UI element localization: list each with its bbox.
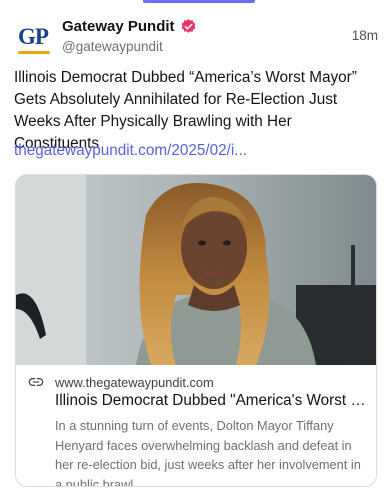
link-preview-description: In a stunning turn of events, Dolton May…	[55, 418, 361, 487]
avatar[interactable]: GP	[14, 18, 52, 56]
link-preview-image	[16, 175, 376, 365]
post-link[interactable]: thegatewaypundit.com/2025/02/i...	[14, 142, 247, 160]
link-preview-card[interactable]: www.thegatewaypundit.com Illinois Democr…	[15, 174, 377, 487]
post-timestamp[interactable]: 18m	[352, 28, 378, 43]
author-identity: Gateway Pundit @gatewaypundit	[62, 14, 352, 54]
avatar-logo: GP	[18, 24, 50, 54]
link-chain-icon	[28, 378, 44, 386]
post-header: GP Gateway Pundit @gatewaypundit 18m	[14, 14, 378, 62]
link-preview-body: www.thegatewaypundit.com Illinois Democr…	[16, 371, 376, 487]
active-tab-indicator	[143, 0, 255, 3]
verified-badge-icon	[181, 18, 195, 33]
author-name[interactable]: Gateway Pundit	[62, 18, 175, 35]
link-preview-title[interactable]: Illinois Democrat Dubbed "America's Wors…	[55, 391, 366, 411]
author-handle[interactable]: @gatewaypundit	[62, 39, 352, 54]
link-preview-domain: www.thegatewaypundit.com	[55, 374, 214, 390]
